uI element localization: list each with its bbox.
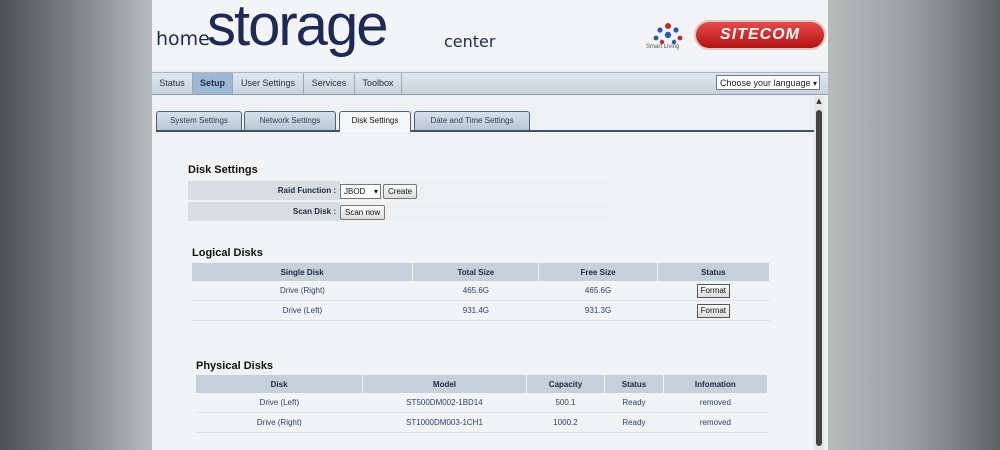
language-select[interactable]: Choose your language ▾	[716, 75, 820, 90]
table-row: Drive (Left) 931.4G 931.3G Format	[192, 300, 770, 321]
column-header: Model	[362, 375, 527, 393]
vertical-scrollbar[interactable]: ▲	[814, 96, 824, 450]
create-button[interactable]: Create	[383, 184, 418, 199]
capacity-cell: 500.1	[526, 393, 605, 413]
column-header: Single Disk	[192, 263, 414, 281]
logical-disks-heading: Logical Disks	[192, 247, 263, 259]
format-button[interactable]: Format	[696, 283, 730, 298]
table-row: Drive (Left) ST500DM002-1BD14 500.1 Read…	[196, 393, 768, 413]
status-cell: Format	[657, 281, 770, 301]
web-page: home storage center Smart Living SITECOM…	[152, 0, 828, 450]
model-cell: ST500DM002-1BD14	[362, 393, 527, 413]
scan-disk-label: Scan Disk :	[292, 207, 336, 216]
nav-item-toolbox[interactable]: Toolbox	[355, 73, 402, 94]
smart-living-text: Smart Living	[646, 44, 680, 50]
status-cell: Format	[657, 300, 770, 321]
capacity-cell: 1000.2	[526, 412, 605, 433]
tab-disk-settings[interactable]: Disk Settings	[339, 111, 411, 132]
scan-disk-row: Scan Disk : Scan now	[188, 202, 608, 223]
chevron-down-icon: ▾	[373, 187, 378, 196]
raid-function-select[interactable]: JBOD ▾	[340, 184, 381, 199]
status-cell: Ready	[604, 393, 664, 413]
logical-disks-table: Single Disk Total Size Free Size Status …	[192, 263, 771, 321]
physical-disks-table: Disk Model Capacity Status Infomation Dr…	[196, 375, 769, 433]
disk-name-cell: Drive (Left)	[196, 393, 363, 413]
information-cell: removed	[663, 412, 768, 433]
disk-name-cell: Drive (Right)	[196, 412, 363, 433]
table-header-row: Disk Model Capacity Status Infomation	[196, 375, 769, 393]
chevron-down-icon: ▾	[812, 79, 817, 88]
tab-date-time-settings[interactable]: Date and Time Settings	[414, 111, 530, 130]
table-header-row: Single Disk Total Size Free Size Status	[192, 263, 771, 281]
information-cell: removed	[663, 393, 768, 413]
free-size-cell: 931.3G	[538, 300, 658, 321]
column-header: Status	[657, 263, 771, 281]
monitor-bezel-right	[828, 0, 1000, 450]
table-row: Drive (Right) ST1000DM003-1CH1 1000.2 Re…	[196, 412, 768, 433]
raid-function-value: JBOD	[344, 187, 366, 196]
nav-item-services[interactable]: Services	[304, 73, 355, 94]
total-size-cell: 465.6G	[412, 281, 539, 301]
tab-network-settings[interactable]: Network Settings	[244, 111, 336, 130]
settings-tabs: System Settings Network Settings Disk Se…	[156, 111, 814, 132]
raid-function-row: Raid Function : JBOD ▾ Create	[188, 181, 608, 202]
language-select-value: Choose your language	[720, 78, 811, 88]
monitor-bezel-left	[0, 0, 152, 450]
sitecom-logo: SITECOM	[696, 22, 824, 48]
column-header: Disk	[196, 375, 364, 393]
scroll-up-arrow-icon[interactable]: ▲	[814, 96, 824, 106]
scan-now-button[interactable]: Scan now	[340, 205, 386, 220]
column-header: Infomation	[663, 375, 769, 393]
column-header: Free Size	[538, 263, 658, 281]
disk-name-cell: Drive (Left)	[192, 300, 413, 321]
free-size-cell: 465.6G	[538, 281, 658, 301]
column-header: Capacity	[526, 375, 606, 393]
format-button[interactable]: Format	[696, 303, 730, 318]
scan-disk-controls: Scan now	[340, 202, 608, 221]
disk-settings-heading: Disk Settings	[188, 164, 258, 176]
tab-system-settings[interactable]: System Settings	[156, 111, 242, 130]
nav-item-user-settings[interactable]: User Settings	[233, 73, 304, 94]
main-nav: Status Setup User Settings Services Tool…	[152, 72, 828, 95]
scrollbar-thumb[interactable]	[816, 110, 822, 446]
disk-name-cell: Drive (Right)	[192, 281, 413, 301]
nav-item-setup[interactable]: Setup	[193, 73, 233, 94]
content-area: Disk Settings Raid Function : JBOD ▾ Cre…	[152, 134, 812, 450]
logo-storage-text: storage	[207, 0, 388, 58]
header: home storage center Smart Living SITECOM	[152, 0, 828, 70]
model-cell: ST1000DM003-1CH1	[362, 412, 527, 433]
raid-function-controls: JBOD ▾ Create	[340, 181, 608, 200]
physical-disks-heading: Physical Disks	[196, 360, 274, 372]
raid-function-label: Raid Function :	[277, 186, 336, 195]
table-row: Drive (Right) 465.6G 465.6G Format	[192, 281, 770, 301]
logo-home-text: home	[156, 28, 210, 50]
status-cell: Ready	[604, 412, 664, 433]
nav-item-status[interactable]: Status	[152, 73, 193, 94]
column-header: Total Size	[412, 263, 540, 281]
logo-center-text: center	[444, 32, 496, 51]
total-size-cell: 931.4G	[412, 300, 539, 321]
column-header: Status	[604, 375, 664, 393]
